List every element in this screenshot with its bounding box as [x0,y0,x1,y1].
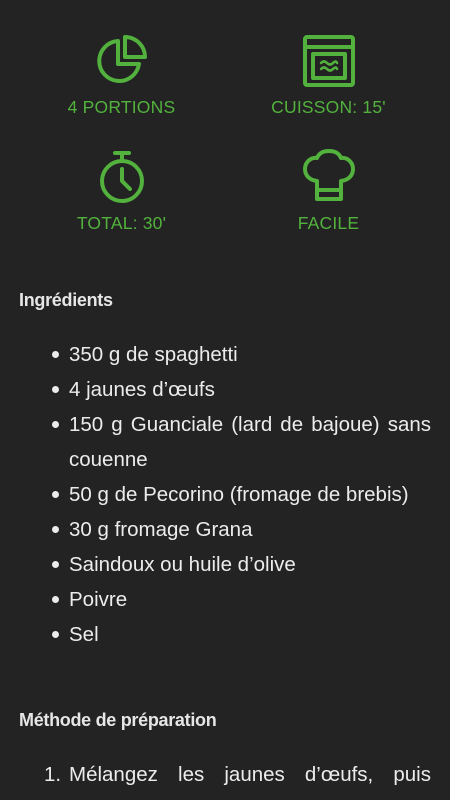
ingredient-text: 4 jaunes d’œufs [69,378,215,401]
ingredient-text: Poivre [69,588,128,611]
bullet [52,526,59,533]
step-text: Mélangez les jaunes d’œufs, puis [69,763,431,786]
list-item: Sel [0,617,450,652]
recipe-page: 4 PORTIONS CUISSON: 15' TOTAL: 30' FACIL… [0,0,450,800]
bullet [52,491,59,498]
ingredient-text: Sel [69,623,99,646]
list-item: 150 g Guanciale (lard de bajoue) sans co… [0,407,450,477]
bullet [52,561,59,568]
ingredients-list: 350 g de spaghetti 4 jaunes d’œufs 150 g… [0,337,450,652]
ingredient-text: Saindoux ou huile d’olive [69,553,296,576]
oven-icon [302,35,355,87]
list-item: Saindoux ou huile d’olive [0,547,450,582]
step-number: 1. [44,763,62,786]
stat-portions-label: 4 PORTIONS [67,97,176,117]
stat-cooking-time-label: CUISSON: 15' [271,97,386,117]
stat-difficulty-label: FACILE [297,213,360,233]
stat-cooking-time: CUISSON: 15' [216,33,441,118]
recipe-stats: 4 PORTIONS CUISSON: 15' TOTAL: 30' FACIL… [0,0,450,260]
stopwatch-icon [99,151,144,203]
method-title: Méthode de préparation [19,710,217,730]
bullet [52,631,59,638]
ingredient-text: 30 g fromage Grana [69,518,253,541]
list-item: 350 g de spaghetti [0,337,450,372]
chef-hat-icon [302,149,355,201]
list-item: 4 jaunes d’œufs [0,372,450,407]
stat-total-time-label: TOTAL: 30' [76,213,167,233]
list-item: 30 g fromage Grana [0,512,450,547]
stat-total-time: TOTAL: 30' [9,149,234,234]
stat-portions: 4 PORTIONS [9,33,234,118]
bullet [52,596,59,603]
bullet [52,386,59,393]
ingredient-text: 150 g Guanciale (lard de bajoue) sans co… [69,413,431,471]
method-steps-list: 1. Mélangez les jaunes d’œufs, puis [0,757,450,792]
stat-difficulty: FACILE [216,149,441,234]
bullet [52,421,59,428]
list-item: Poivre [0,582,450,617]
bullet [52,351,59,358]
ingredient-text: 350 g de spaghetti [69,343,238,366]
list-item: 50 g de Pecorino (fromage de brebis) [0,477,450,512]
ingredient-text: 50 g de Pecorino (fromage de brebis) [69,483,409,506]
ingredients-title: Ingrédients [19,290,113,310]
pie-chart-icon [96,35,147,83]
list-item: 1. Mélangez les jaunes d’œufs, puis [0,757,450,792]
